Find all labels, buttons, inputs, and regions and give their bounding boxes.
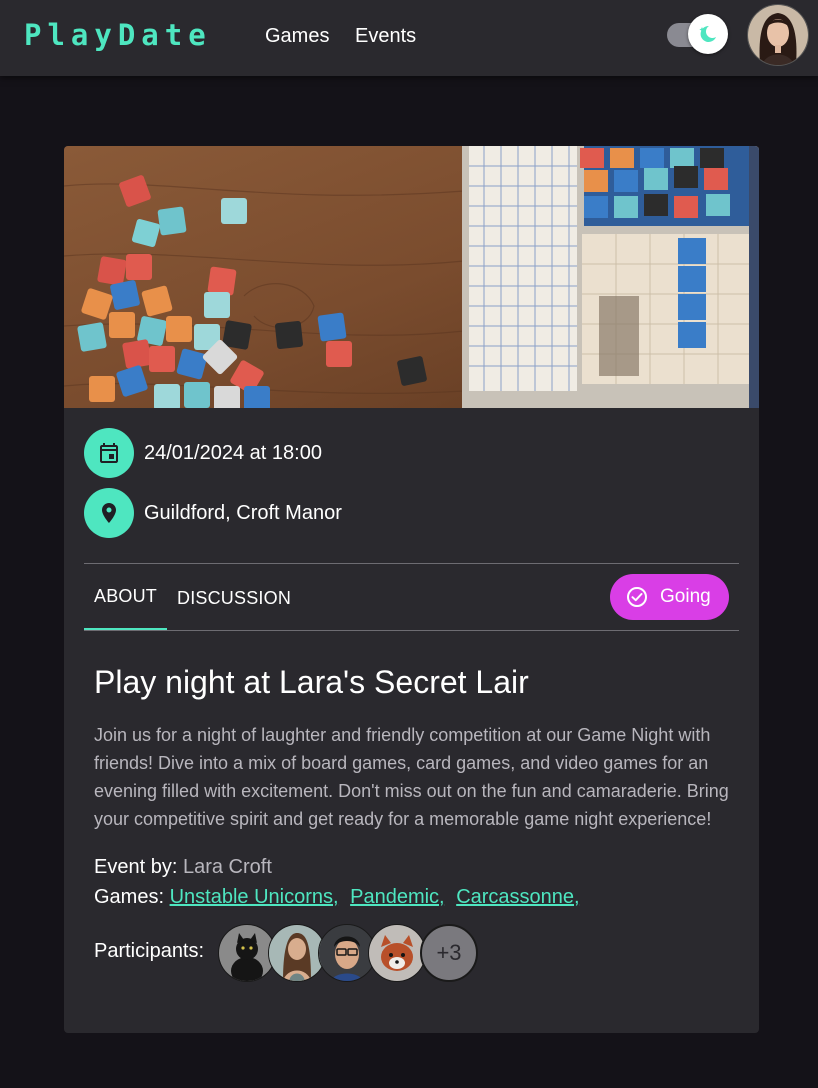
description-line: friends! Dive into a mix of board games,… <box>94 753 709 773</box>
tab-discussion[interactable]: DISCUSSION <box>177 588 291 609</box>
toggle-thumb <box>688 14 728 54</box>
game-link-unstable-unicorns[interactable]: Unstable Unicorns, <box>170 886 339 908</box>
tab-about[interactable]: ABOUT <box>94 586 157 607</box>
event-host-name: Lara Croft <box>182 856 272 878</box>
event-by-label: Event by: <box>94 856 178 878</box>
more-participants-badge[interactable]: +3 <box>420 924 478 982</box>
event-description: Join us for a night of laughter and frie… <box>94 721 759 833</box>
event-title: Play night at Lara's Secret Lair <box>94 664 529 700</box>
brand-logo[interactable]: PlayDate <box>24 18 212 52</box>
description-line: evening filled with excitement. Don't mi… <box>94 781 729 801</box>
event-cover-image <box>64 146 759 408</box>
location-pin-icon <box>102 503 116 523</box>
user-avatar[interactable] <box>747 4 809 66</box>
event-date-row: 24/01/2024 at 18:00 <box>84 428 684 478</box>
going-button[interactable]: Going <box>610 574 729 620</box>
nav-games-link[interactable]: Games <box>265 25 329 48</box>
tabs-divider-bottom <box>84 630 739 631</box>
theme-toggle[interactable] <box>667 14 728 54</box>
event-location-row: Guildford, Croft Manor <box>84 488 684 538</box>
games-label: Games: <box>94 886 165 908</box>
participants-avatar-group[interactable]: +3 <box>218 924 518 982</box>
going-button-label: Going <box>660 586 711 607</box>
location-icon-circle <box>84 488 134 538</box>
event-host-line: Event by: Lara Croft <box>94 856 272 879</box>
description-line: Join us for a night of laughter and frie… <box>94 725 711 745</box>
game-link-pandemic[interactable]: Pandemic, <box>350 886 445 908</box>
description-line: your competitive spirit and get ready fo… <box>94 809 712 829</box>
tabs-divider-top <box>84 563 739 564</box>
event-card: 24/01/2024 at 18:00 Guildford, Croft Man… <box>64 146 759 1033</box>
calendar-icon <box>100 443 118 463</box>
nav-events-link[interactable]: Events <box>355 25 416 48</box>
event-datetime: 24/01/2024 at 18:00 <box>144 442 322 464</box>
check-circle-icon <box>627 587 647 607</box>
participant-avatar[interactable] <box>368 924 426 982</box>
moon-icon <box>699 25 716 42</box>
event-location: Guildford, Croft Manor <box>144 502 342 524</box>
participants-label: Participants: <box>94 940 205 962</box>
date-icon-circle <box>84 428 134 478</box>
event-games-line: Games: Unstable Unicorns, Pandemic, Carc… <box>94 886 586 909</box>
game-link-carcassonne[interactable]: Carcassonne, <box>456 886 579 908</box>
top-app-bar: PlayDate Games Events <box>0 0 818 76</box>
